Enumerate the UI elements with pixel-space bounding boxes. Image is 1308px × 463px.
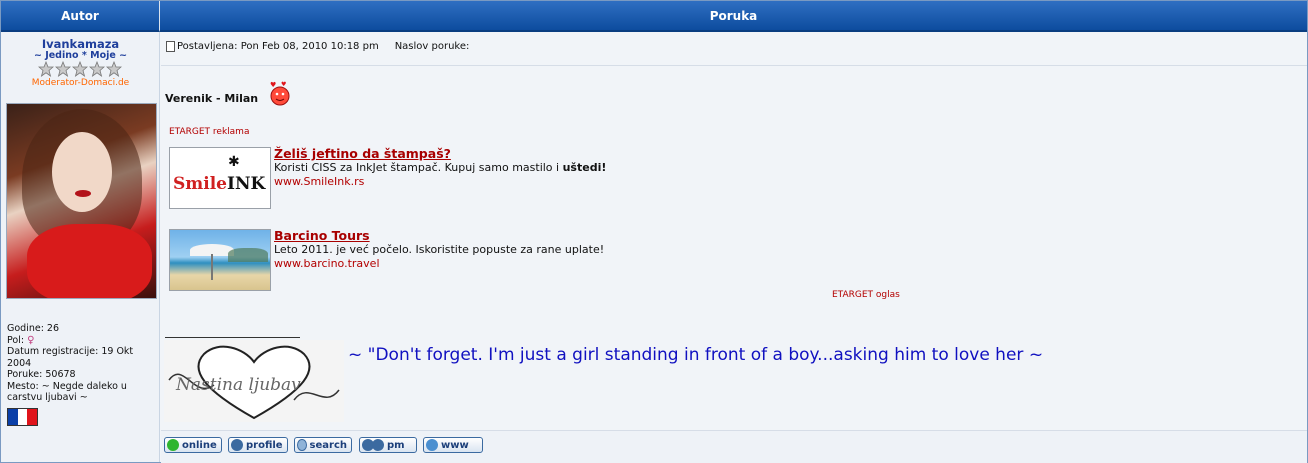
etarget-oglas-label[interactable]: ETARGET oglas: [832, 290, 900, 300]
ad-title-barcino[interactable]: Barcino Tours: [274, 229, 604, 243]
profile-button[interactable]: profile: [228, 437, 288, 453]
author-panel: Ivankamaza ~ Jedino * Moje ~ Moderator-D…: [1, 32, 160, 462]
star-icon: [38, 61, 54, 77]
message-panel: Postavljena: Pon Feb 08, 2010 10:18 pm N…: [161, 32, 1307, 430]
globe-icon: [426, 439, 438, 451]
ad-barcino[interactable]: Barcino Tours Leto 2011. je već počelo. …: [169, 229, 604, 291]
info-age: Godine: 26: [7, 323, 60, 334]
pm-button[interactable]: pm: [359, 437, 417, 453]
post-subject: Naslov poruke:: [394, 41, 470, 52]
avatar: [6, 103, 157, 299]
ad-image-smileink[interactable]: ✱ SmileINK: [169, 147, 271, 209]
ad-desc: Leto 2011. je već počelo. Iskoristite po…: [274, 243, 605, 256]
ad-title-smileink[interactable]: Želiš jeftino da štampaš?: [274, 147, 606, 161]
info-gender: Pol: ♀: [7, 334, 35, 346]
post-date: Postavljena: Pon Feb 08, 2010 10:18 pm: [177, 41, 379, 52]
info-posts: Poruke: 50678: [7, 369, 76, 380]
author-title: ~ Jedino * Moje ~: [33, 50, 128, 61]
ad-smileink[interactable]: ✱ SmileINK Želiš jeftino da štampaš? Kor…: [169, 147, 606, 209]
info-location: Mesto: ~ Negde daleko u carstvu ljubavi …: [7, 380, 127, 404]
online-icon: [167, 439, 179, 451]
signature-divider: [165, 337, 300, 338]
user-icon: [231, 439, 243, 451]
info-registration: Datum registracije: 19 Okt 2004: [7, 346, 134, 369]
author-rank: Moderator-Domaci.de: [31, 78, 130, 88]
female-icon: ♀: [27, 334, 35, 346]
post-header: Postavljena: Pon Feb 08, 2010 10:18 pm N…: [166, 41, 469, 52]
heart-icon: Nastina ljubav: [164, 340, 344, 422]
post-text: Verenik - Milan: [165, 92, 259, 105]
rank-stars: [38, 61, 122, 77]
forum-post: Autor Poruka Ivankamaza ~ Jedino * Moje …: [0, 0, 1308, 463]
ad-image-barcino[interactable]: [169, 229, 271, 291]
star-icon: [106, 61, 122, 77]
table-header: Autor Poruka: [1, 1, 1307, 32]
ad-url[interactable]: www.barcino.travel: [274, 257, 380, 270]
signature-image: Nastina ljubav: [164, 340, 344, 422]
flag-icon: [7, 408, 38, 426]
star-icon: [55, 61, 71, 77]
column-header-message: Poruka: [160, 1, 1307, 32]
divider: [161, 65, 1307, 66]
search-icon: [297, 439, 307, 451]
author-info: Godine: 26 Pol: ♀ Datum registracije: 19…: [7, 323, 157, 404]
ad-url[interactable]: www.SmileInk.rs: [274, 175, 364, 188]
www-button[interactable]: www: [423, 437, 483, 453]
post-actions: online profile search pm www: [161, 430, 1307, 463]
online-button[interactable]: online: [164, 437, 222, 453]
author-name[interactable]: Ivankamaza: [1, 37, 160, 51]
star-icon: [89, 61, 105, 77]
splash-icon: ✱: [228, 154, 240, 170]
star-icon: [72, 61, 88, 77]
post-icon[interactable]: [166, 41, 175, 52]
search-button[interactable]: search: [294, 437, 352, 453]
column-header-author: Autor: [1, 1, 160, 32]
signature-quote: ~ "Don't forget. I'm just a girl standin…: [348, 345, 1044, 365]
ad-desc: Koristi CISS za InkJet štampač. Kupuj sa…: [274, 161, 563, 174]
svg-text:Nastina ljubav: Nastina ljubav: [175, 375, 301, 395]
love-smiley-icon: ♥ ♥: [270, 81, 290, 106]
etarget-ad-label[interactable]: ETARGET reklama: [169, 127, 249, 137]
